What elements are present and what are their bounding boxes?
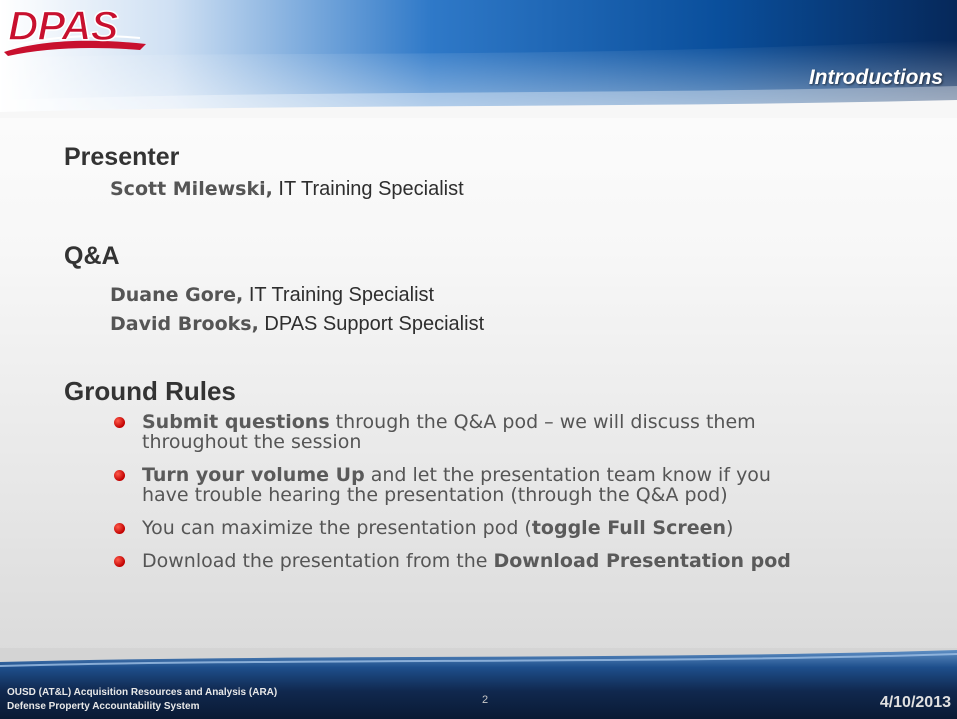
presenter-heading: Presenter [64, 143, 180, 171]
footer-org-line: Defense Property Accountability System [7, 701, 200, 712]
footer-org-line: OUSD (AT&L) Acquisition Resources and An… [7, 687, 278, 698]
qa-name: Duane Gore, [110, 284, 244, 306]
rule-text: ) [726, 517, 734, 539]
bullet-icon [114, 523, 125, 534]
rule-bold-text: Submit questions [142, 411, 330, 433]
rule-bold-text: Download Presentation pod [493, 550, 791, 572]
rule-text: through the Q&A pod – we will discuss th… [329, 411, 756, 433]
ground-rules-heading: Ground Rules [64, 376, 236, 406]
qa-entry: Duane Gore, IT Training Specialist [110, 284, 434, 307]
qa-role: IT Training Specialist [248, 284, 435, 306]
bullet-icon [114, 470, 125, 481]
qa-entry: David Brooks, DPAS Support Specialist [110, 313, 484, 336]
dpas-logo: DPAS [4, 1, 146, 56]
qa-heading: Q&A [64, 242, 120, 270]
list-item: You can maximize the presentation pod (t… [110, 518, 910, 538]
page-number: 2 [482, 694, 489, 706]
rule-bold-text: toggle Full Screen [531, 517, 727, 539]
qa-name: David Brooks, [110, 313, 259, 335]
section-title: Introductions [808, 66, 943, 89]
ground-rules-list: Submit questions through the Q&A pod – w… [110, 412, 910, 584]
rule-bold-text: Turn your volume Up [142, 464, 365, 486]
rule-text-continued: throughout the session [142, 431, 362, 453]
slide: DPAS Introductions Presenter Scott Milew… [0, 0, 957, 719]
rule-text: Download the presentation from the [142, 550, 494, 572]
presenter-role: IT Training Specialist [278, 178, 464, 200]
list-item: Submit questions through the Q&A pod – w… [110, 412, 910, 452]
presenter-entry: Scott Milewski, IT Training Specialist [110, 178, 464, 201]
rule-text: and let the presentation team know if yo… [364, 464, 771, 486]
list-item: Turn your volume Up and let the presenta… [110, 465, 910, 505]
svg-text:DPAS: DPAS [8, 2, 119, 49]
qa-role: DPAS Support Specialist [264, 313, 485, 335]
slide-header: DPAS Introductions [0, 0, 957, 118]
rule-text-continued: have trouble hearing the presentation (t… [142, 484, 728, 506]
bullet-icon [114, 556, 125, 567]
rule-text: You can maximize the presentation pod ( [142, 517, 532, 539]
presenter-name: Scott Milewski, [110, 178, 273, 200]
footer-date: 4/10/2013 [879, 694, 951, 711]
footer-organization: OUSD (AT&L) Acquisition Resources and An… [7, 686, 277, 714]
bullet-icon [114, 417, 125, 428]
list-item: Download the presentation from the Downl… [110, 551, 910, 571]
